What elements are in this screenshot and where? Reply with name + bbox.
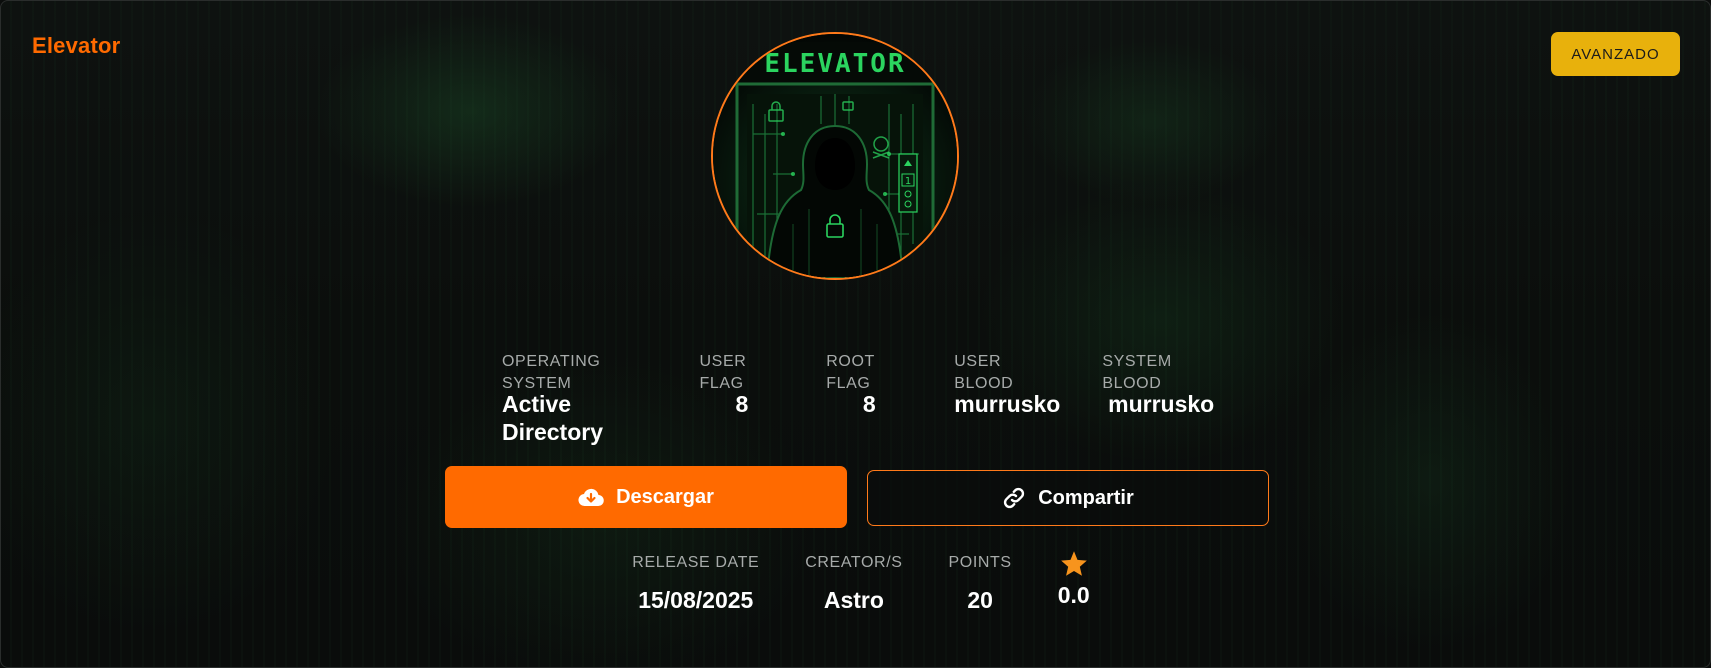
rating-value: 0.0	[1057, 582, 1090, 608]
meta-release-date: RELEASE DATE 15/08/2025	[609, 541, 782, 614]
share-label: Compartir	[1038, 486, 1134, 509]
svg-text:1: 1	[905, 176, 911, 187]
link-icon	[1002, 486, 1026, 510]
cloud-download-icon	[578, 487, 604, 507]
stat-user-blood: USER BLOOD murrusko	[933, 351, 1081, 446]
machine-avatar: ELEVATOR 1	[711, 32, 959, 280]
machine-card: Elevator AVANZADO ELEVATOR 1 OPERATING S…	[0, 0, 1711, 668]
machine-title: Elevator	[32, 33, 121, 58]
elevator-sign: ELEVATOR	[764, 49, 905, 79]
stat-value: murrusko	[1108, 391, 1215, 417]
machine-stats: OPERATING SYSTEM Active Directory USER F…	[481, 351, 1241, 446]
star-icon[interactable]	[1060, 541, 1088, 585]
meta-points: POINTS 20	[926, 541, 1035, 614]
difficulty-badge[interactable]: AVANZADO	[1551, 32, 1680, 76]
stat-label: USER FLAG	[699, 353, 747, 392]
stat-label: SYSTEM BLOOD	[1102, 353, 1172, 392]
stat-value: 8	[862, 391, 876, 417]
meta-rating: 0.0	[1035, 541, 1113, 614]
stat-value: murrusko	[954, 391, 1061, 417]
meta-value: 15/08/2025	[638, 587, 754, 613]
stat-operating-system: OPERATING SYSTEM Active Directory	[481, 351, 679, 446]
stat-root-flag: ROOT FLAG 8	[805, 351, 933, 446]
meta-label: POINTS	[948, 554, 1012, 571]
share-button[interactable]: Compartir	[867, 470, 1269, 526]
stat-label: ROOT FLAG	[826, 353, 875, 392]
download-button[interactable]: Descargar	[445, 466, 847, 528]
download-label: Descargar	[616, 485, 714, 508]
creator-link[interactable]: Astro	[824, 586, 884, 614]
stat-user-flag: USER FLAG 8	[679, 351, 806, 446]
stat-label: OPERATING SYSTEM	[502, 353, 601, 392]
stat-system-blood: SYSTEM BLOOD murrusko	[1081, 351, 1241, 446]
hacker-elevator-illustration: ELEVATOR 1	[713, 34, 957, 278]
meta-value: 20	[967, 587, 993, 613]
machine-meta: RELEASE DATE 15/08/2025 CREATOR/S Astro …	[601, 541, 1121, 614]
meta-label: CREATOR/S	[805, 554, 903, 571]
stat-value: 8	[735, 391, 749, 417]
stat-label: USER BLOOD	[954, 353, 1014, 392]
meta-label: RELEASE DATE	[632, 554, 760, 571]
stat-value: Active Directory	[502, 391, 603, 445]
meta-creator: CREATOR/S Astro	[782, 541, 925, 614]
